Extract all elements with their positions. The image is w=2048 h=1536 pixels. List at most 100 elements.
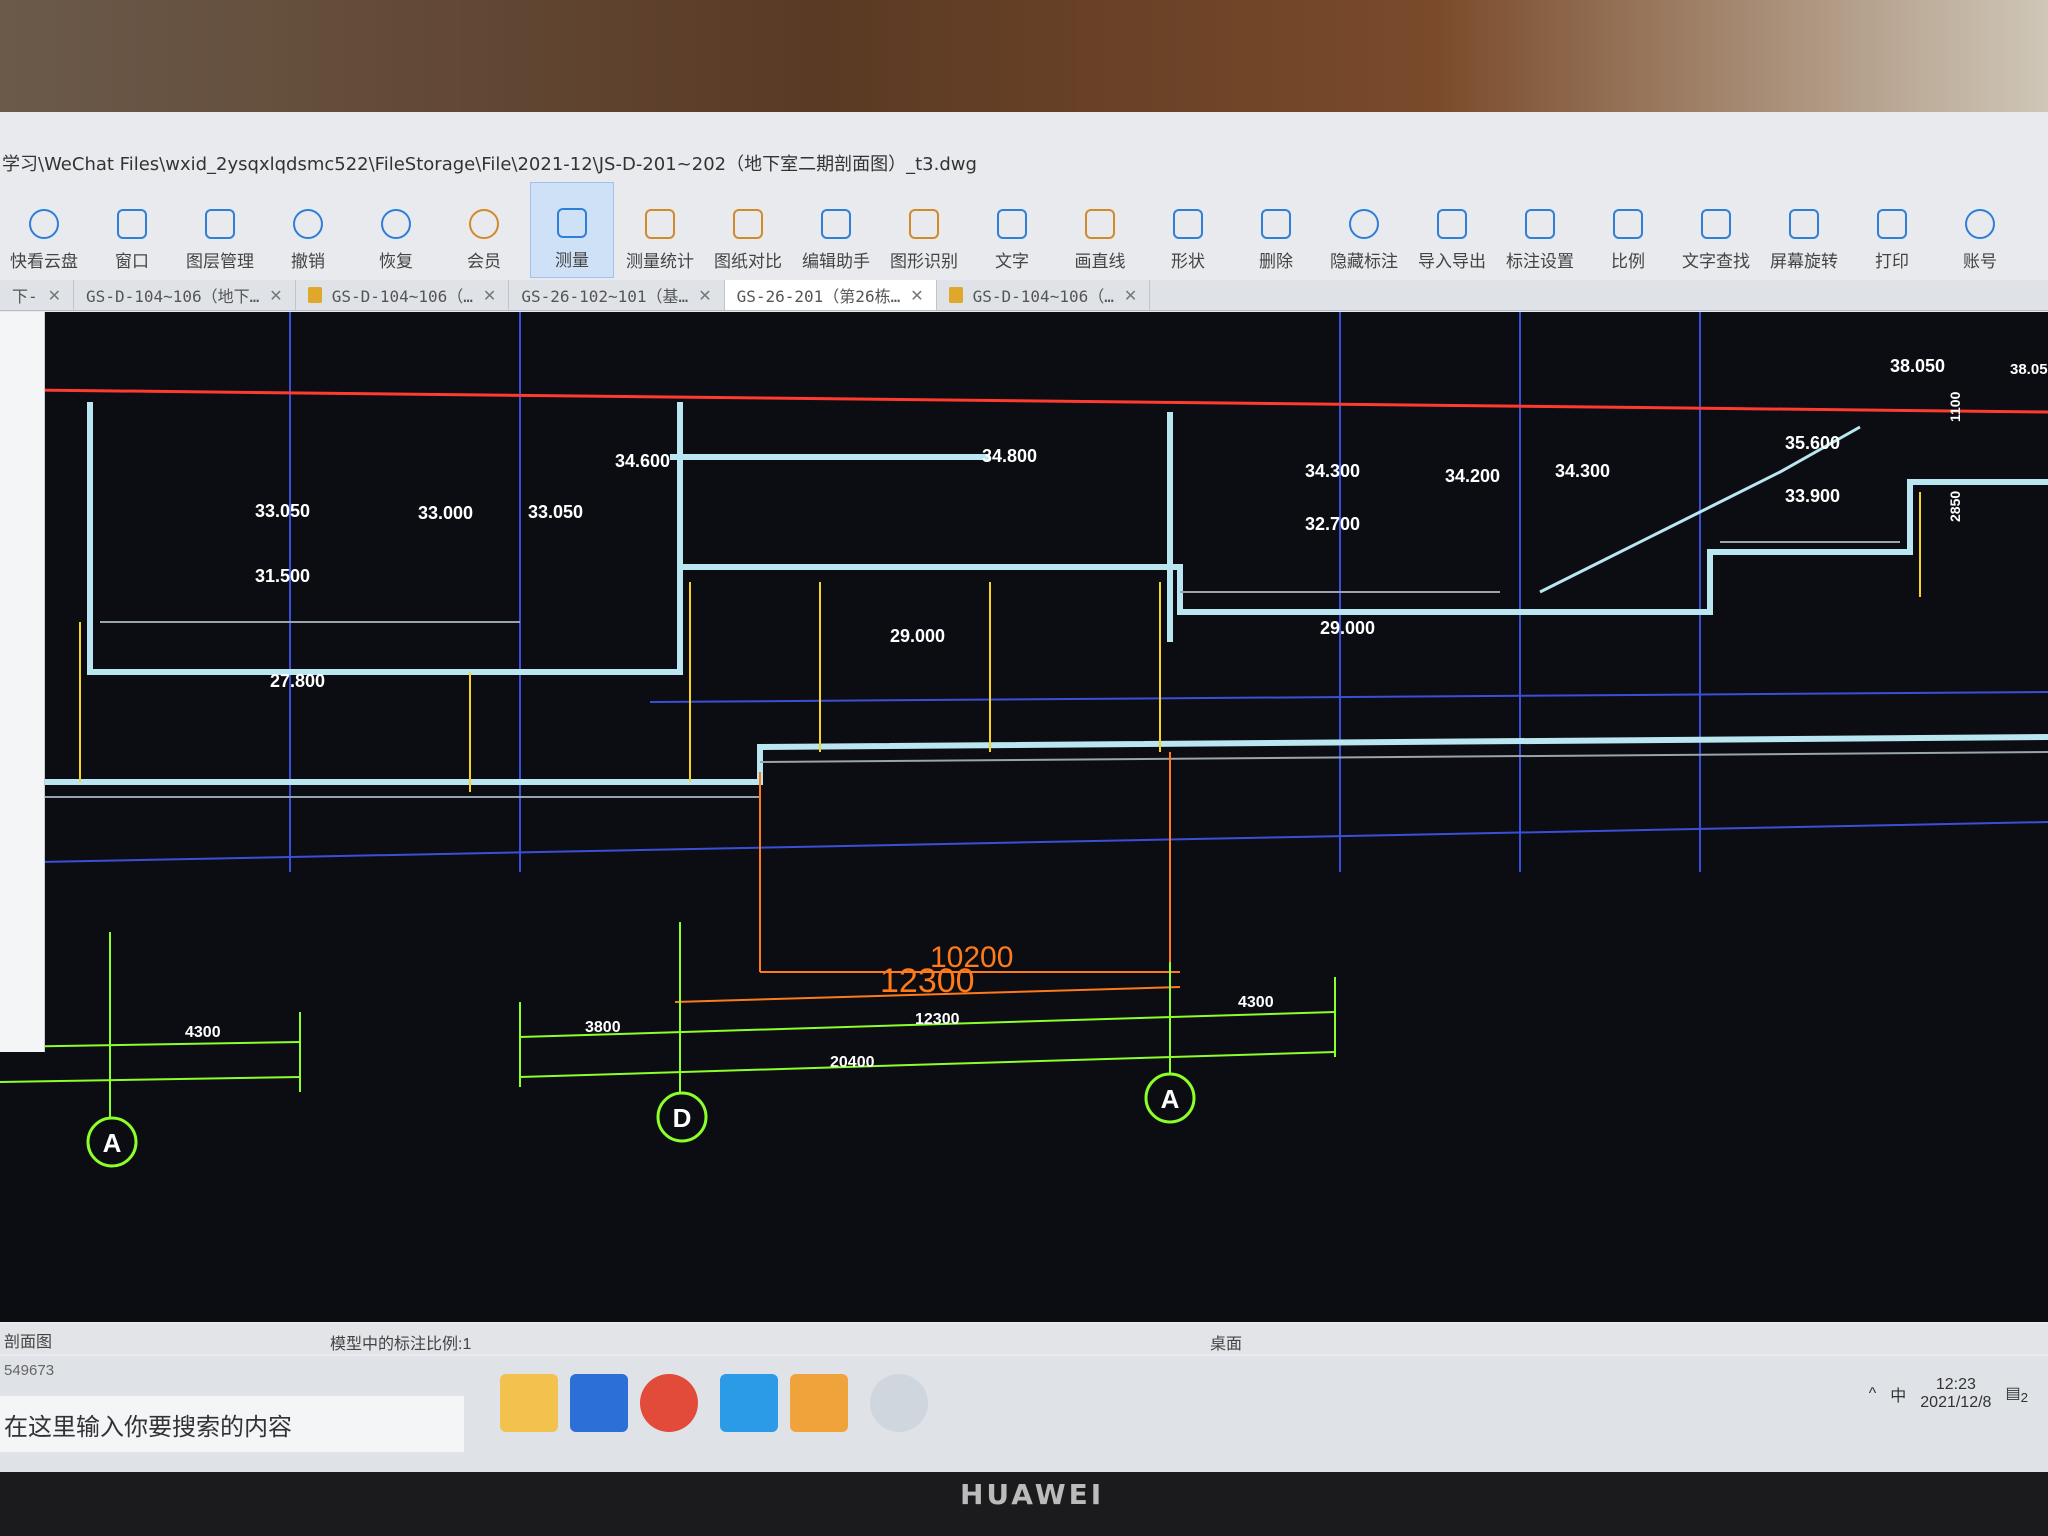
ruler-icon xyxy=(557,208,587,238)
print-icon xyxy=(1877,209,1907,239)
notification-icon[interactable]: ▤2 xyxy=(2005,1383,2028,1405)
scale-icon xyxy=(1613,209,1643,239)
toolbar-undo-button[interactable]: 撤销 xyxy=(266,182,350,278)
elevation-label: 31.500 xyxy=(255,566,310,586)
toolbar-scale-button[interactable]: 比例 xyxy=(1586,182,1670,278)
netease-music-icon[interactable] xyxy=(640,1374,698,1432)
chevron-up-icon[interactable]: ^ xyxy=(1869,1385,1877,1403)
vip-icon xyxy=(469,209,499,239)
taskbar: 549673 在这里输入你要搜索的内容 ^ 中 12:23 2021/12/8 … xyxy=(0,1356,2048,1472)
eraser-icon xyxy=(1261,209,1291,239)
elevation-label: 33.000 xyxy=(418,503,473,523)
elevation-label: 29.000 xyxy=(1320,618,1375,638)
axis-label-d: D xyxy=(673,1103,692,1133)
annotation-settings-icon xyxy=(1525,209,1555,239)
account-icon xyxy=(1965,209,1995,239)
toolbar: 快看云盘 窗口 图层管理 撤销 恢复 会员 测量 测量统计 图纸对比 编辑助手 … xyxy=(0,182,2048,278)
text-search-icon xyxy=(1701,209,1731,239)
elevation-label: 34.300 xyxy=(1555,461,1610,481)
status-bar: 剖面图 模型中的标注比例:1 桌面 xyxy=(0,1324,2048,1354)
elevation-label: 33.900 xyxy=(1785,486,1840,506)
toolbar-rotate-button[interactable]: 屏幕旋转 xyxy=(1762,182,1846,278)
close-icon[interactable]: ✕ xyxy=(1124,286,1137,305)
window-title: 学习\WeChat Files\wxid_2ysqxlqdsmc522\File… xyxy=(2,154,977,175)
text-app-icon[interactable] xyxy=(720,1374,778,1432)
toolbar-delete-button[interactable]: 删除 xyxy=(1234,182,1318,278)
cad-canvas[interactable]: A D A 38.050 38.05 35.600 33.900 34.600 … xyxy=(0,312,2048,1322)
user-app-icon[interactable] xyxy=(870,1374,928,1432)
taskbar-search-input[interactable]: 在这里输入你要搜索的内容 xyxy=(0,1396,464,1452)
toolbar-compare-button[interactable]: 图纸对比 xyxy=(706,182,790,278)
tab-1[interactable]: GS-D-104~106（地下… ✕ xyxy=(74,280,296,310)
elevation-label: 29.000 xyxy=(890,626,945,646)
document-tabs: 下- ✕ GS-D-104~106（地下… ✕ GS-D-104~106（… ✕ GS… xyxy=(0,280,2048,311)
elevation-label: 27.800 xyxy=(270,671,325,691)
measure-stats-icon xyxy=(645,209,675,239)
cad-app-icon[interactable] xyxy=(570,1374,628,1432)
close-icon[interactable]: ✕ xyxy=(483,286,496,305)
toolbar-import-export-button[interactable]: 导入导出 xyxy=(1410,182,1494,278)
compare-icon xyxy=(733,209,763,239)
toolbar-measure-stats-button[interactable]: 测量统计 xyxy=(618,182,702,278)
left-properties-panel[interactable] xyxy=(0,312,45,1052)
dim-12300-orange: 12300 xyxy=(880,962,975,1000)
brand-logo: HUAWEI xyxy=(960,1478,1105,1511)
shape-icon xyxy=(1173,209,1203,239)
toolbar-annotation-settings-button[interactable]: 标注设置 xyxy=(1498,182,1582,278)
elevation-label: 35.600 xyxy=(1785,433,1840,453)
side-dimension: 2850 xyxy=(1947,491,1963,522)
axis-label-a-right: A xyxy=(1161,1084,1180,1114)
edit-helper-icon xyxy=(821,209,851,239)
coords-readout: 549673 xyxy=(4,1362,55,1379)
close-icon[interactable]: ✕ xyxy=(48,286,61,305)
toolbar-vip-button[interactable]: 会员 xyxy=(442,182,526,278)
tab-0[interactable]: 下- ✕ xyxy=(0,280,75,310)
toolbar-measure-button[interactable]: 测量 xyxy=(530,182,614,278)
file-explorer-icon[interactable] xyxy=(500,1374,558,1432)
elevation-label: 34.600 xyxy=(615,451,670,471)
tab-3[interactable]: GS-26-102~101（基… ✕ xyxy=(509,280,725,310)
import-export-icon xyxy=(1437,209,1467,239)
toolbar-print-button[interactable]: 打印 xyxy=(1850,182,1934,278)
toolbar-edit-helper-button[interactable]: 编辑助手 xyxy=(794,182,878,278)
dim-4300-right: 4300 xyxy=(1238,994,1274,1011)
close-icon[interactable]: ✕ xyxy=(698,286,711,305)
toolbar-shape-button[interactable]: 形状 xyxy=(1146,182,1230,278)
toolbar-recognize-button[interactable]: 图形识别 xyxy=(882,182,966,278)
section-top-line xyxy=(29,388,2048,414)
wechat-icon[interactable] xyxy=(790,1374,848,1432)
dim-12300: 12300 xyxy=(915,1011,960,1028)
lock-icon xyxy=(948,287,963,303)
tab-2[interactable]: GS-D-104~106（… ✕ xyxy=(296,280,510,310)
elevation-label: 33.050 xyxy=(528,502,583,522)
window-icon xyxy=(117,209,147,239)
toolbar-account-button[interactable]: 账号 xyxy=(1938,182,2022,278)
toolbar-redo-button[interactable]: 恢复 xyxy=(354,182,438,278)
slab-lines xyxy=(40,402,2048,785)
redo-icon xyxy=(381,209,411,239)
close-icon[interactable]: ✕ xyxy=(269,286,282,305)
elevation-label: 32.700 xyxy=(1305,514,1360,534)
toolbar-hide-annotation-button[interactable]: 隐藏标注 xyxy=(1322,182,1406,278)
close-icon[interactable]: ✕ xyxy=(910,286,923,305)
screen: 学习\WeChat Files\wxid_2ysqxlqdsmc522\File… xyxy=(0,112,2048,1472)
cloud-icon xyxy=(29,209,59,239)
tab-4[interactable]: GS-26-201（第26栋… ✕ xyxy=(724,280,937,310)
toolbar-cloud-button[interactable]: 快看云盘 xyxy=(2,182,86,278)
elevation-label: 34.800 xyxy=(982,446,1037,466)
toolbar-window-button[interactable]: 窗口 xyxy=(90,182,174,278)
dim-4300-left: 4300 xyxy=(185,1024,221,1041)
elevation-label: 34.300 xyxy=(1305,461,1360,481)
clock[interactable]: 12:23 2021/12/8 xyxy=(1920,1376,1991,1412)
tab-5[interactable]: GS-D-104~106（… ✕ xyxy=(937,280,1151,310)
toolbar-line-button[interactable]: 画直线 xyxy=(1058,182,1142,278)
toolbar-layers-button[interactable]: 图层管理 xyxy=(178,182,262,278)
elevation-label: 33.050 xyxy=(255,501,310,521)
axis-label-a-left: A xyxy=(103,1128,122,1158)
toolbar-text-button[interactable]: 文字 xyxy=(970,182,1054,278)
recognize-icon xyxy=(909,209,939,239)
desktop-label[interactable]: 桌面 xyxy=(1210,1330,1242,1354)
toolbar-text-search-button[interactable]: 文字查找 xyxy=(1674,182,1758,278)
grid-lines xyxy=(39,312,2048,872)
ime-indicator[interactable]: 中 xyxy=(1890,1382,1906,1406)
